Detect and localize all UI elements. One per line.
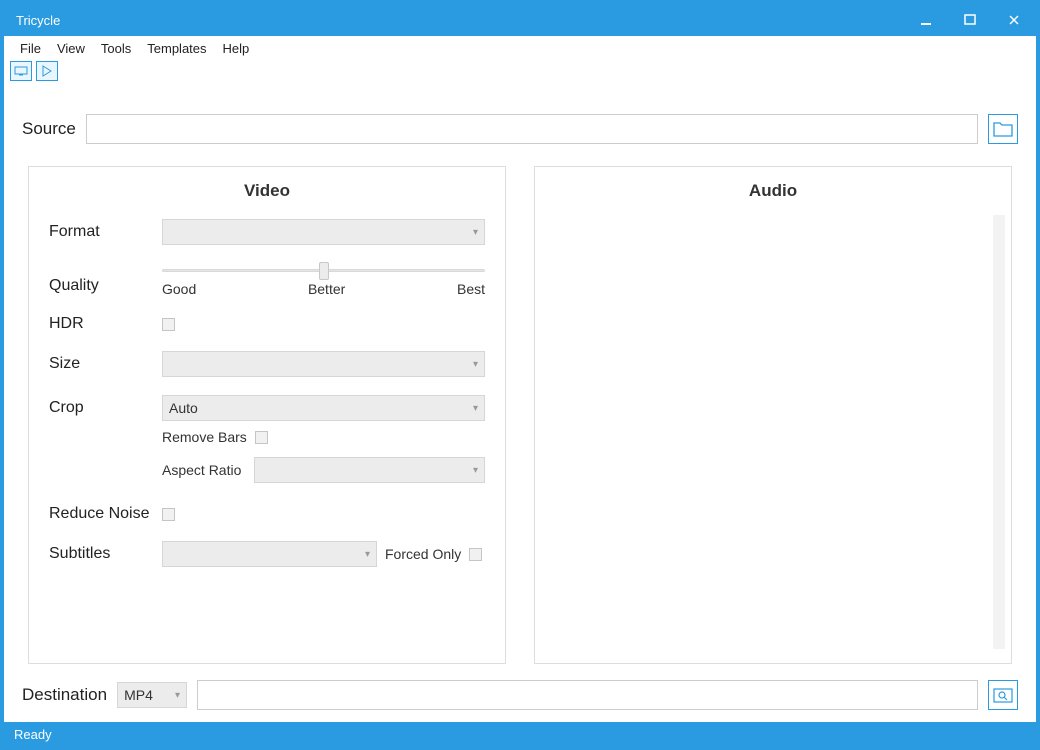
reduce-noise-label: Reduce Noise	[49, 505, 162, 523]
audio-scrollbar[interactable]	[993, 215, 1005, 649]
menu-file[interactable]: File	[12, 39, 49, 58]
chevron-down-icon: ▾	[473, 465, 478, 476]
audio-panel: Audio	[534, 166, 1012, 664]
toolbar	[4, 60, 1036, 82]
aspect-ratio-combo[interactable]: ▾	[254, 457, 485, 483]
chevron-down-icon: ▾	[473, 227, 478, 238]
window-title: Tricycle	[16, 13, 904, 28]
hdr-checkbox[interactable]	[162, 318, 175, 331]
source-browse-button[interactable]	[988, 114, 1018, 144]
chevron-down-icon: ▾	[175, 690, 180, 701]
video-panel: Video Format ▾ Quality	[28, 166, 506, 664]
chevron-down-icon: ▾	[473, 403, 478, 414]
destination-browse-button[interactable]	[988, 680, 1018, 710]
subtitles-combo[interactable]: ▾	[162, 541, 377, 567]
titlebar: Tricycle	[4, 4, 1036, 36]
destination-label: Destination	[22, 685, 107, 705]
folder-icon	[993, 121, 1013, 137]
remove-bars-label: Remove Bars	[162, 429, 247, 445]
quality-tick-better: Better	[308, 281, 345, 297]
content-area: Source Video Format ▾ Quality	[4, 82, 1036, 722]
forced-only-checkbox[interactable]	[469, 548, 482, 561]
panels: Video Format ▾ Quality	[28, 166, 1012, 664]
quality-tick-good: Good	[162, 281, 196, 297]
quality-slider[interactable]	[162, 263, 485, 277]
maximize-button[interactable]	[948, 4, 992, 36]
statusbar: Ready	[4, 722, 1036, 746]
forced-only-label: Forced Only	[385, 546, 461, 562]
audio-panel-title: Audio	[555, 181, 991, 201]
crop-value: Auto	[169, 400, 198, 416]
remove-bars-checkbox[interactable]	[255, 431, 268, 444]
menubar: File View Tools Templates Help	[4, 36, 1036, 60]
source-input[interactable]	[86, 114, 978, 144]
close-button[interactable]	[992, 4, 1036, 36]
menu-tools[interactable]: Tools	[93, 39, 139, 58]
quality-tick-best: Best	[457, 281, 485, 297]
format-combo[interactable]: ▾	[162, 219, 485, 245]
subtitles-label: Subtitles	[49, 545, 162, 563]
source-row: Source	[22, 114, 1018, 144]
menu-templates[interactable]: Templates	[139, 39, 214, 58]
destination-row: Destination MP4 ▾	[22, 680, 1018, 710]
aspect-ratio-label: Aspect Ratio	[162, 462, 246, 478]
menu-help[interactable]: Help	[215, 39, 258, 58]
quality-label: Quality	[49, 277, 162, 297]
source-label: Source	[22, 119, 76, 139]
menu-view[interactable]: View	[49, 39, 93, 58]
size-label: Size	[49, 355, 162, 373]
quality-slider-thumb[interactable]	[319, 262, 329, 280]
start-button[interactable]	[36, 61, 58, 81]
container-value: MP4	[124, 687, 153, 703]
reduce-noise-checkbox[interactable]	[162, 508, 175, 521]
size-combo[interactable]: ▾	[162, 351, 485, 377]
hdr-label: HDR	[49, 315, 162, 333]
crop-combo[interactable]: Auto ▾	[162, 395, 485, 421]
crop-label: Crop	[49, 399, 162, 417]
minimize-button[interactable]	[904, 4, 948, 36]
chevron-down-icon: ▾	[365, 549, 370, 560]
status-text: Ready	[14, 727, 52, 742]
play-icon	[42, 65, 52, 77]
folder-search-icon	[993, 687, 1013, 703]
destination-input[interactable]	[197, 680, 978, 710]
chevron-down-icon: ▾	[473, 359, 478, 370]
container-combo[interactable]: MP4 ▾	[117, 682, 187, 708]
monitor-icon	[14, 66, 28, 76]
video-panel-title: Video	[49, 181, 485, 201]
format-label: Format	[49, 223, 162, 241]
preview-button[interactable]	[10, 61, 32, 81]
